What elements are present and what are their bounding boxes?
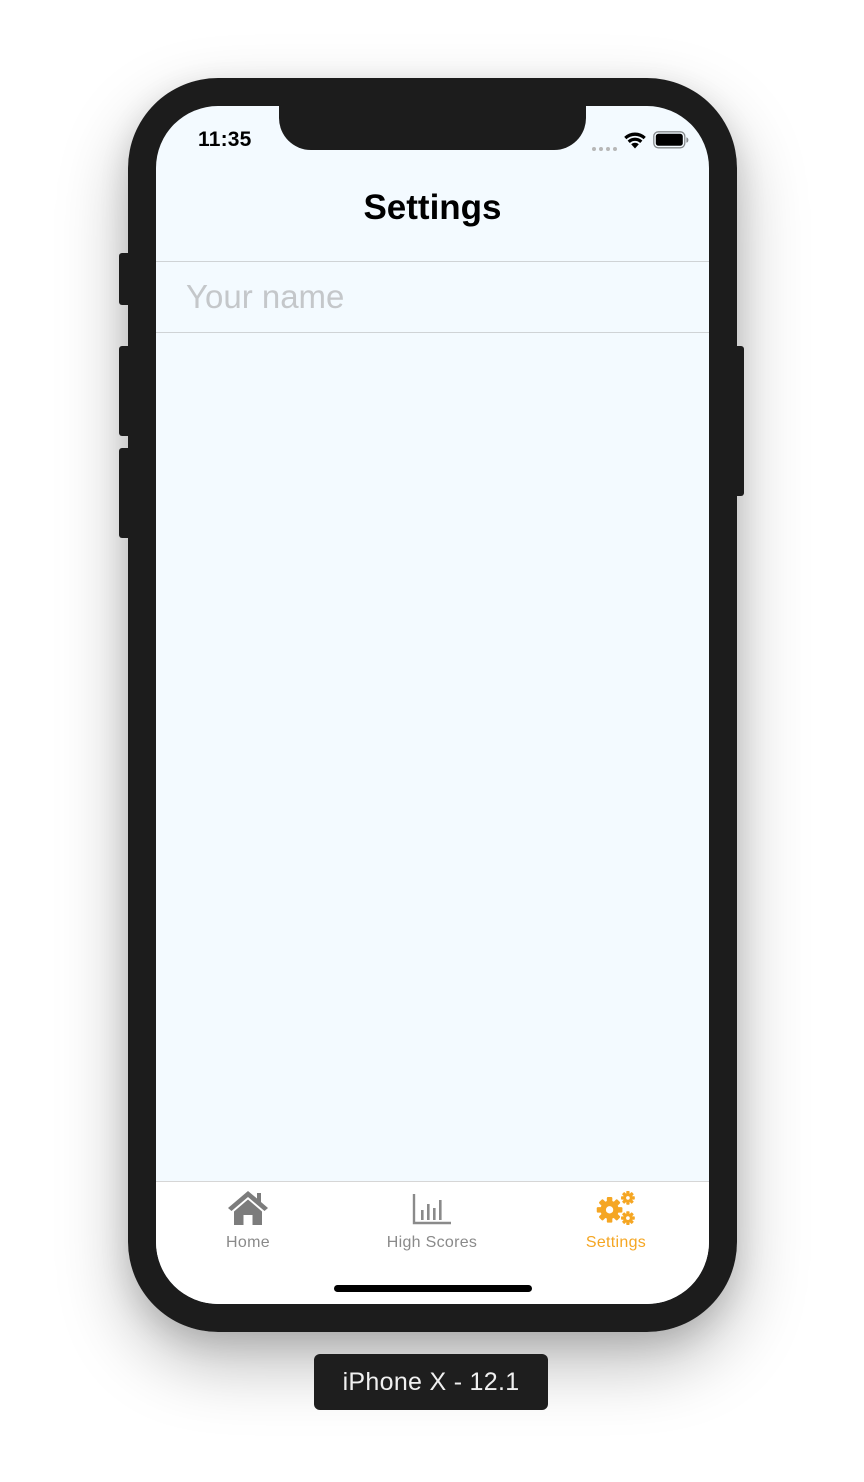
tab-home[interactable]: Home <box>156 1186 340 1256</box>
home-icon <box>228 1191 268 1225</box>
page-title: Settings <box>363 188 502 227</box>
bar-chart-icon <box>412 1194 451 1225</box>
tab-settings-label: Settings <box>585 1234 647 1251</box>
tab-high-scores[interactable]: High Scores <box>340 1186 524 1256</box>
device-label: iPhone X - 12.1 <box>314 1354 548 1410</box>
tab-high-scores-label: High Scores <box>386 1234 478 1251</box>
cellular-signal-icon <box>592 129 617 151</box>
home-indicator[interactable] <box>334 1285 532 1292</box>
device-screen: 11:35 Settings Home <box>156 106 709 1304</box>
status-indicators <box>592 129 689 151</box>
notch <box>279 106 586 150</box>
status-time: 11:35 <box>198 128 252 151</box>
wifi-icon <box>624 132 646 148</box>
battery-icon <box>653 131 689 149</box>
tab-home-label: Home <box>226 1234 270 1251</box>
name-input[interactable] <box>156 262 709 333</box>
tab-settings[interactable]: Settings <box>524 1186 708 1256</box>
gears-icon <box>596 1191 635 1225</box>
